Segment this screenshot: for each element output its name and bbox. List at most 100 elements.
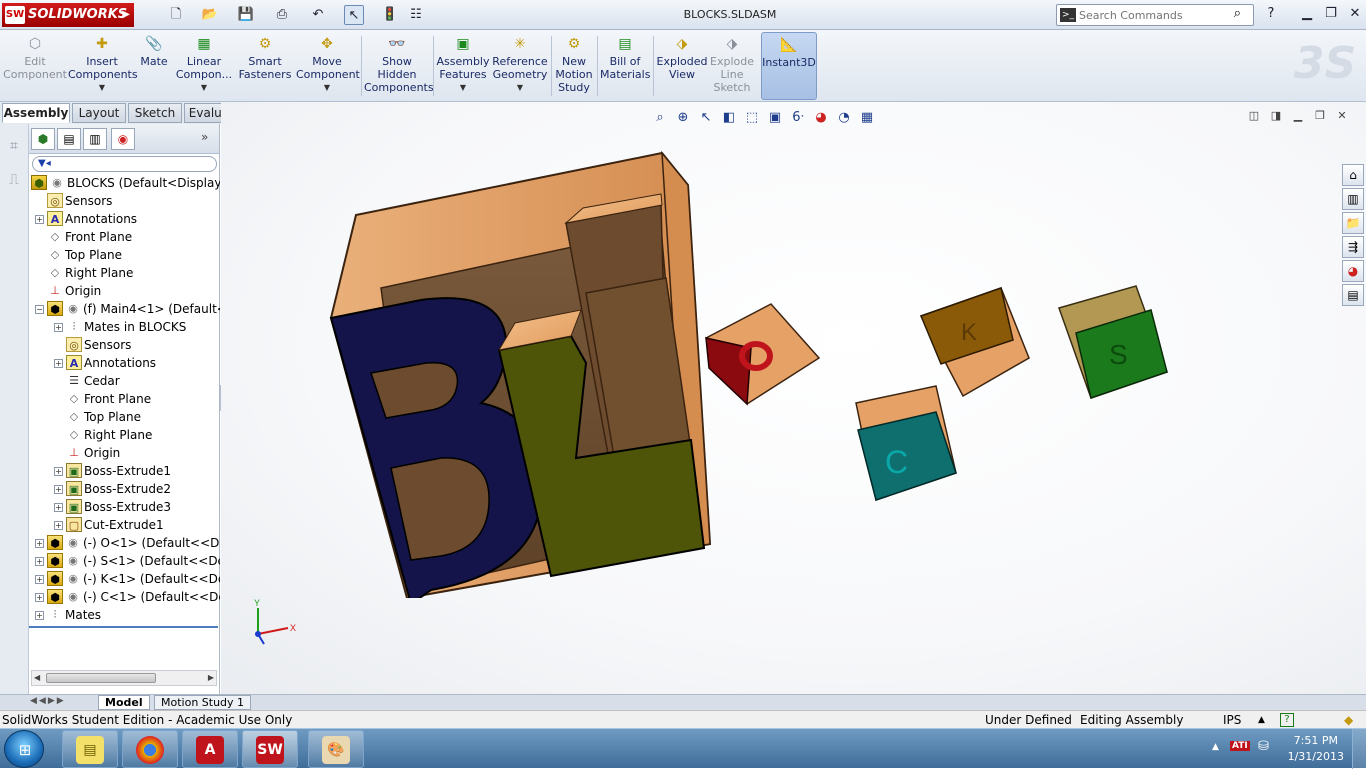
file-explorer-icon[interactable]: 📁 — [1342, 212, 1364, 234]
expand-icon[interactable]: + — [35, 611, 44, 620]
tray-expand-icon[interactable]: ▲ — [1212, 742, 1219, 752]
design-library-icon[interactable]: ▥ — [1342, 188, 1364, 210]
viewport-close-icon[interactable]: ✕ — [1334, 108, 1350, 124]
tree-item[interactable]: +⬢ ◉ (-) K<1> (Default<<Defa — [29, 570, 220, 588]
reference-geometry-button[interactable]: ✳ Reference Geometry ▼ — [492, 32, 548, 100]
tab-sketch[interactable]: Sketch — [128, 103, 182, 123]
tree-filter[interactable]: ▼◂ — [32, 156, 217, 172]
insert-components-button[interactable]: ✚ Insert Components ▼ — [68, 32, 138, 100]
tree-item[interactable]: ◇ Front Plane — [29, 228, 220, 246]
start-button[interactable]: ⊞ — [4, 730, 44, 768]
select-pointer-icon[interactable]: ↖ — [344, 5, 364, 25]
tree-item[interactable]: + ⫶ Mates in BLOCKS — [29, 318, 220, 336]
network-icon[interactable]: ⛁ — [1258, 739, 1269, 754]
tree-item[interactable]: + ⫶ Mates — [29, 606, 220, 624]
print-icon[interactable]: ⎙ — [272, 5, 292, 25]
restore-window-icon[interactable]: ❐ — [1320, 4, 1342, 24]
zoom-to-fit-icon[interactable]: ⌕ — [650, 108, 670, 128]
view-orientation-icon[interactable]: ⬚ — [742, 108, 762, 128]
expand-icon[interactable]: + — [54, 323, 63, 332]
display-manager-tab-icon[interactable]: ◉ — [111, 128, 135, 150]
previous-view-icon[interactable]: ↖ — [696, 108, 716, 128]
view-palette-icon[interactable]: ⇶ — [1342, 236, 1364, 258]
undo-icon[interactable]: ↶ — [308, 5, 328, 25]
taskbar-solidworks[interactable]: SW — [242, 730, 298, 768]
block-k[interactable]: K — [919, 287, 1030, 398]
feature-manager-tab-icon[interactable]: ⬢ — [31, 128, 55, 150]
collapse-icon[interactable]: − — [35, 305, 44, 314]
expand-icon[interactable]: + — [35, 539, 44, 548]
split-horizontal-icon[interactable]: ◫ — [1246, 108, 1262, 124]
tree-item[interactable]: + ▣ Boss-Extrude3 — [29, 498, 220, 516]
custom-properties-icon[interactable]: ▤ — [1342, 284, 1364, 306]
status-units[interactable]: IPS — [1223, 711, 1241, 729]
tree-item[interactable]: ◇ Top Plane — [29, 408, 220, 426]
tag-icon[interactable]: ◆ — [1344, 711, 1353, 729]
show-desktop-button[interactable] — [1352, 729, 1366, 769]
save-icon[interactable]: 💾 — [236, 5, 256, 25]
search-commands[interactable]: >_ ⌕ — [1056, 4, 1254, 26]
tree-item[interactable]: ◇ Top Plane — [29, 246, 220, 264]
minimize-window-icon[interactable]: ▁ — [1296, 4, 1318, 24]
tree-item[interactable]: ◇ Right Plane — [29, 426, 220, 444]
hide-show-items-icon[interactable]: 6ᐧ — [788, 108, 808, 128]
block-o[interactable] — [704, 303, 821, 406]
tree-item[interactable]: ◇ Front Plane — [29, 390, 220, 408]
tree-item[interactable]: +⬢ ◉ (-) C<1> (Default<<Defa — [29, 588, 220, 606]
clock[interactable]: 7:51 PM 1/31/2013 — [1288, 733, 1344, 765]
tree-item[interactable]: + ▣ Boss-Extrude1 — [29, 462, 220, 480]
tree-root-assembly[interactable]: ⬢ ◉ BLOCKS (Default<Display St — [29, 174, 220, 192]
viewport-restore-icon[interactable]: ❐ — [1312, 108, 1328, 124]
edit-component-button[interactable]: ⬡ Edit Component — [2, 32, 68, 100]
close-window-icon[interactable]: ✕ — [1344, 4, 1366, 24]
expand-icon[interactable]: + — [35, 215, 44, 224]
tree-item[interactable]: ◇ Right Plane — [29, 264, 220, 282]
bill-of-materials-button[interactable]: ▤ Bill of Materials — [600, 32, 650, 100]
mate-button[interactable]: 📎 Mate — [136, 32, 172, 100]
tree-item[interactable]: + ▢ Cut-Extrude1 — [29, 516, 220, 534]
step-icon[interactable]: ⎍ — [4, 172, 24, 192]
ati-icon[interactable]: ATI — [1230, 741, 1250, 751]
rebuild-traffic-light-icon[interactable]: 🚦 — [380, 5, 400, 25]
scroll-left-icon[interactable]: ◀ — [34, 671, 40, 685]
split-vertical-icon[interactable]: ◨ — [1268, 108, 1284, 124]
taskbar-sticky-notes[interactable]: ▤ — [62, 730, 118, 768]
block-s[interactable]: S — [1058, 285, 1168, 399]
taskbar-paint[interactable]: 🎨 — [308, 730, 364, 768]
sketch-tools-icon[interactable]: ⌗ — [4, 138, 24, 158]
tab-motion-study[interactable]: Motion Study 1 — [154, 695, 252, 710]
assembly-features-button[interactable]: ▣ Assembly Features ▼ — [436, 32, 490, 100]
tree-item[interactable]: ⊥ Origin — [29, 444, 220, 462]
instant3d-button[interactable]: 📐 Instant3D — [761, 32, 817, 100]
block-c[interactable]: C — [855, 385, 957, 501]
tree-item[interactable]: + A Annotations — [29, 354, 220, 372]
zoom-to-area-icon[interactable]: ⊕ — [673, 108, 693, 128]
tree-item[interactable]: ◎ Sensors — [29, 336, 220, 354]
tree-item[interactable]: + ▣ Boss-Extrude2 — [29, 480, 220, 498]
linear-component-pattern-button[interactable]: ▦ Linear Compon... ▼ — [174, 32, 234, 100]
viewport-minimize-icon[interactable]: ▁ — [1290, 108, 1306, 124]
expand-icon[interactable]: + — [35, 575, 44, 584]
horizontal-scrollbar[interactable]: ◀ ▶ — [31, 670, 217, 686]
expand-icon[interactable]: + — [54, 359, 63, 368]
exploded-view-button[interactable]: ⬗ Exploded View — [656, 32, 708, 100]
tree-item[interactable]: ☰ Cedar — [29, 372, 220, 390]
tree-item[interactable]: ◎ Sensors — [29, 192, 220, 210]
solidworks-logo[interactable]: SW SOLIDWORKS ▶ — [2, 3, 134, 27]
new-document-icon[interactable]: 🗋 — [166, 5, 186, 25]
show-hidden-components-button[interactable]: 👓 Show Hidden Components — [364, 32, 434, 100]
model-scene[interactable]: K S C — [221, 128, 1341, 598]
home-icon[interactable]: ⌂ — [1342, 164, 1364, 186]
tree-item[interactable]: +⬢ ◉ (-) S<1> (Default<<Defau — [29, 552, 220, 570]
tree-item[interactable]: +⬢ ◉ (-) O<1> (Default<<Defa — [29, 534, 220, 552]
tree-item[interactable]: −⬢ ◉ (f) Main4<1> (Default<< — [29, 300, 220, 318]
units-dropdown-icon[interactable]: ▲ — [1258, 711, 1265, 729]
configuration-manager-tab-icon[interactable]: ▥ — [83, 128, 107, 150]
tree-item[interactable]: ⊥ Origin — [29, 282, 220, 300]
tab-model[interactable]: Model — [98, 695, 150, 710]
explode-line-sketch-button[interactable]: ⬗ Explode Line Sketch — [708, 32, 756, 100]
smart-fasteners-button[interactable]: ⚙ Smart Fasteners — [236, 32, 294, 100]
expand-icon[interactable]: + — [54, 521, 63, 530]
appearances-icon[interactable]: ◕ — [1342, 260, 1364, 282]
tab-scroll-arrows-icon[interactable]: ◀◀▶▶ — [30, 696, 66, 706]
